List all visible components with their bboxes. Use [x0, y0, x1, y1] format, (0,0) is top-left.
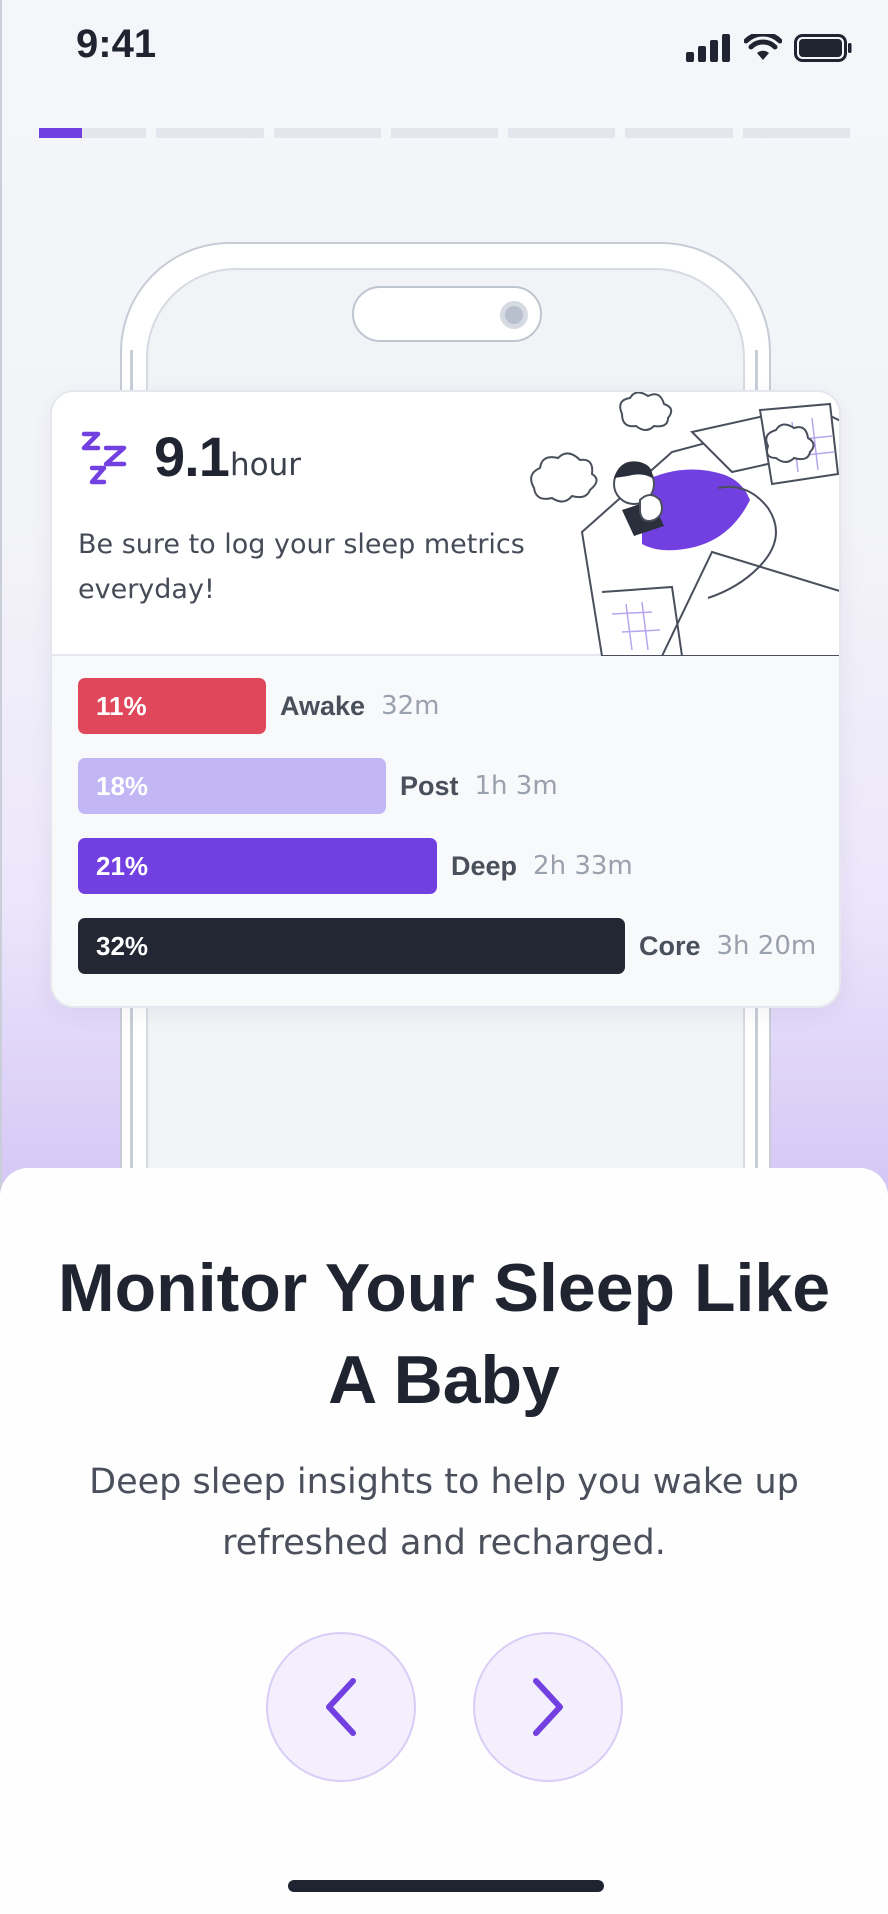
- sleep-stage-name: Awake: [280, 690, 366, 721]
- chevron-right-icon: [533, 1678, 563, 1736]
- status-time: 9:41: [76, 22, 157, 66]
- progress-segment: [508, 128, 616, 138]
- sleep-stage-name: Post: [400, 770, 459, 801]
- sleep-stage-bar: 11%: [78, 678, 266, 734]
- chevron-left-icon: [326, 1678, 356, 1736]
- progress-segment: [742, 128, 850, 138]
- previous-button[interactable]: [266, 1632, 416, 1782]
- progress-fill: [39, 128, 82, 138]
- phone-dynamic-island: [352, 286, 542, 342]
- wifi-icon: [744, 34, 782, 60]
- progress-segment: [39, 128, 147, 138]
- zz-sleep-icon: [81, 431, 127, 485]
- progress-segment: [390, 128, 499, 138]
- sleep-stage-row: 11% Awake 32m: [78, 678, 439, 734]
- home-indicator[interactable]: [288, 1880, 604, 1892]
- sleep-stage-row: 21% Deep 2h 33m: [78, 838, 633, 894]
- status-bar: 9:41: [0, 0, 888, 100]
- sleep-stage-duration: 3h 20m: [716, 931, 817, 961]
- onboarding-progress: [39, 128, 850, 138]
- progress-segment: [156, 128, 264, 138]
- sleep-stage-bar: 32%: [78, 918, 625, 974]
- sleep-hours-value: 9.1: [154, 425, 230, 488]
- person-sleeping-illustration: [530, 392, 839, 656]
- progress-segment: [625, 128, 733, 138]
- sleep-stage-duration: 2h 33m: [533, 851, 633, 881]
- sleep-card-message: Be sure to log your sleep metrics everyd…: [78, 529, 525, 605]
- sleep-stage-name: Core: [639, 930, 701, 961]
- sleep-stage-duration: 1h 3m: [474, 771, 558, 801]
- sleep-stage-name: Deep: [451, 850, 518, 881]
- sleep-stage-bar: 18%: [78, 758, 386, 814]
- sleep-stages: 11% Awake 32m 18% Post 1h 3m 21% Deep 2h 33m 32% C…: [52, 656, 839, 1006]
- page-title: Monitor Your Sleep Like A Baby: [57, 1250, 831, 1418]
- sleep-stage-row: 18% Post 1h 3m: [78, 758, 558, 814]
- status-icons: [686, 34, 852, 62]
- next-button[interactable]: [473, 1632, 623, 1782]
- sleep-stage-row: 32% Core 3h 20m: [78, 918, 816, 974]
- page-subtitle: Deep sleep insights to help you wake up …: [89, 1462, 799, 1563]
- sleep-summary-card: 9.1 hour Be sure to log your sleep metri…: [50, 390, 841, 1008]
- progress-segment: [273, 128, 381, 138]
- onboarding-screen: 9:41 9.1 hour Be sure to log your sleep …: [0, 0, 888, 1914]
- camera-icon: [500, 301, 528, 329]
- sleep-stage-duration: 32m: [381, 691, 440, 721]
- sleep-hours-unit: hour: [230, 447, 302, 483]
- battery-icon: [794, 34, 852, 62]
- signal-icon: [686, 34, 730, 62]
- sleep-stage-bar: 21%: [78, 838, 437, 894]
- sleep-card-header: 9.1 hour Be sure to log your sleep metri…: [52, 392, 839, 656]
